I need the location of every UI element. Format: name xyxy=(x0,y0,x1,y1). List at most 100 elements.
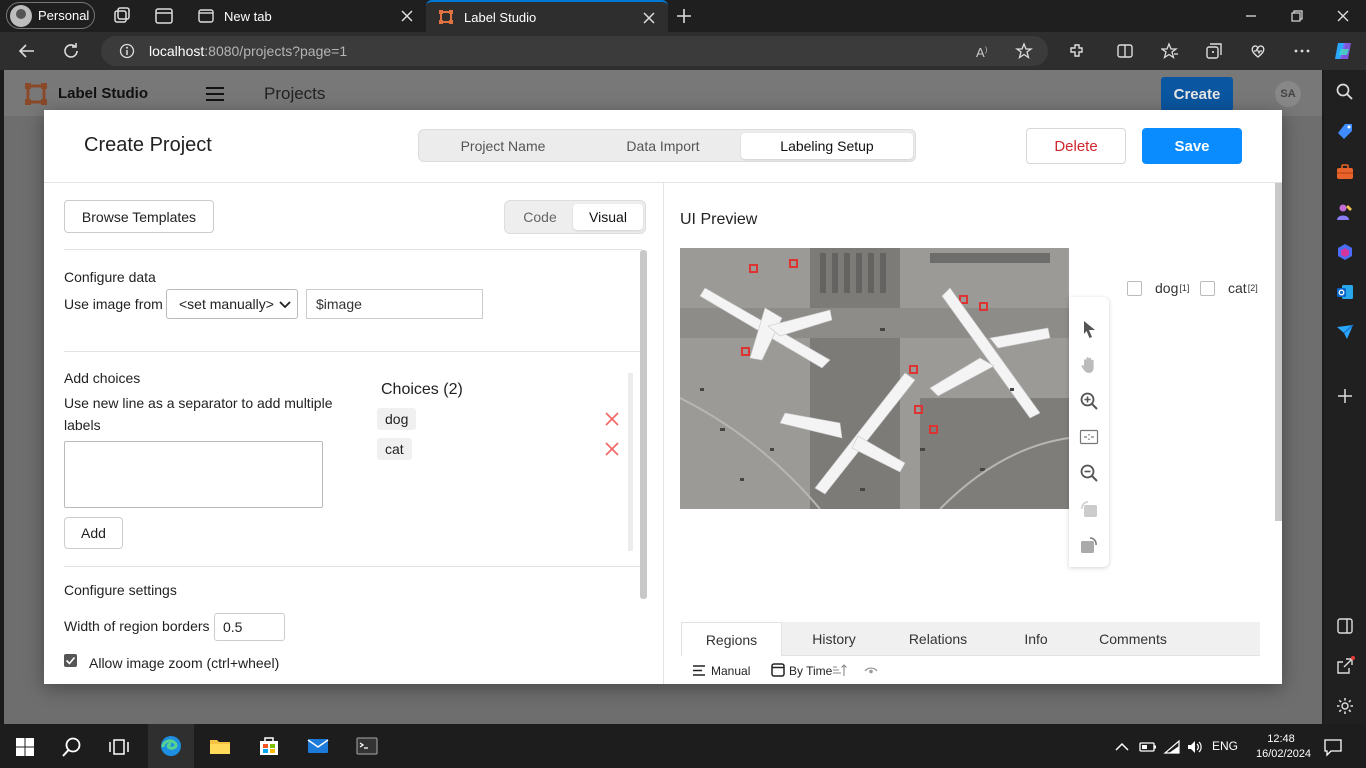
add-choices-button[interactable]: Add xyxy=(64,517,123,549)
new-tab-icon[interactable] xyxy=(674,6,694,26)
select-pointer-icon[interactable] xyxy=(1079,319,1099,339)
extensions-icon[interactable] xyxy=(1068,42,1086,60)
search-icon[interactable] xyxy=(1335,82,1355,102)
notifications-icon[interactable] xyxy=(1323,737,1343,757)
tab-regions[interactable]: Regions xyxy=(681,622,782,656)
microsoft-store-icon[interactable] xyxy=(257,734,281,758)
outlook-icon[interactable] xyxy=(1335,282,1355,302)
close-tab-icon[interactable] xyxy=(400,9,414,23)
new-choices-textarea[interactable] xyxy=(64,441,323,508)
preview-choice-dog[interactable]: dog [1] xyxy=(1127,280,1189,296)
address-bar[interactable]: localhost:8080/projects?page=1 A) xyxy=(101,36,1048,66)
settings-gear-icon[interactable] xyxy=(1335,696,1355,716)
back-icon[interactable] xyxy=(18,42,36,60)
rotate-right-icon[interactable] xyxy=(1079,535,1099,555)
tab-comments[interactable]: Comments xyxy=(1082,622,1184,656)
breadcrumb-projects[interactable]: Projects xyxy=(264,84,325,104)
close-tab-icon[interactable] xyxy=(642,11,656,25)
browser-tab-new-tab[interactable]: New tab xyxy=(186,0,426,32)
zoom-label: Allow image zoom (ctrl+wheel) xyxy=(89,655,280,671)
tab-info[interactable]: Info xyxy=(990,622,1082,656)
refresh-icon[interactable] xyxy=(62,42,80,60)
visual-mode-button[interactable]: Visual xyxy=(573,204,643,230)
show-hidden-icons-icon[interactable] xyxy=(1114,739,1130,755)
step-data-import[interactable]: Data Import xyxy=(581,133,745,159)
taskbar-search-icon[interactable] xyxy=(61,736,83,758)
split-screen-icon[interactable] xyxy=(1116,42,1134,60)
save-button[interactable]: Save xyxy=(1142,128,1242,164)
shopping-tag-icon[interactable] xyxy=(1335,122,1355,142)
pan-hand-icon[interactable] xyxy=(1079,355,1099,375)
choice-checkbox[interactable] xyxy=(1127,280,1142,296)
input-language[interactable]: ENG xyxy=(1212,739,1238,753)
drop-send-icon[interactable] xyxy=(1335,322,1355,342)
volume-icon[interactable] xyxy=(1186,739,1204,755)
hamburger-menu-icon[interactable] xyxy=(204,84,226,104)
rotate-left-icon[interactable] xyxy=(1079,499,1099,519)
tools-briefcase-icon[interactable] xyxy=(1335,162,1355,182)
remove-choice-icon[interactable] xyxy=(605,412,619,426)
choice-checkbox[interactable] xyxy=(1200,280,1215,296)
fit-to-screen-icon[interactable] xyxy=(1079,427,1099,447)
more-options-icon[interactable] xyxy=(1293,42,1311,60)
browse-templates-button[interactable]: Browse Templates xyxy=(64,200,214,233)
sort-order-icon[interactable] xyxy=(831,663,847,677)
terminal-icon[interactable] xyxy=(355,734,379,758)
windows-start-icon[interactable] xyxy=(14,736,36,758)
microsoft-365-icon[interactable] xyxy=(1335,242,1355,262)
preview-scrollbar[interactable] xyxy=(1275,183,1282,521)
battery-icon[interactable] xyxy=(1139,739,1157,755)
code-mode-button[interactable]: Code xyxy=(509,204,571,230)
choice-label: dog xyxy=(385,411,409,427)
hide-sidebar-icon[interactable] xyxy=(1335,616,1355,636)
file-explorer-icon[interactable] xyxy=(208,734,232,758)
sort-by-label[interactable]: By Time xyxy=(789,664,832,678)
site-info-icon[interactable] xyxy=(119,43,135,59)
browser-essentials-icon[interactable] xyxy=(1249,42,1267,60)
step-project-name[interactable]: Project Name xyxy=(423,133,583,159)
read-aloud-icon[interactable]: A) xyxy=(975,43,993,61)
copilot-icon[interactable] xyxy=(1332,40,1354,62)
mail-icon[interactable] xyxy=(306,734,330,758)
delete-button[interactable]: Delete xyxy=(1026,128,1126,164)
minimize-icon[interactable] xyxy=(1243,8,1259,24)
system-clock[interactable]: 12:48 16/02/2024 xyxy=(1256,732,1311,762)
user-avatar[interactable]: SA xyxy=(1274,80,1302,108)
choice-label: cat xyxy=(385,441,404,457)
choice-label: cat xyxy=(1228,280,1247,296)
remove-choice-icon[interactable] xyxy=(605,442,619,456)
group-manual-label[interactable]: Manual xyxy=(711,664,750,678)
tab-relations[interactable]: Relations xyxy=(886,622,990,656)
ui-preview-title: UI Preview xyxy=(680,211,758,228)
zoom-out-icon[interactable] xyxy=(1079,463,1099,483)
games-icon[interactable] xyxy=(1335,202,1355,222)
wifi-icon[interactable] xyxy=(1163,739,1181,755)
zoom-in-icon[interactable] xyxy=(1079,391,1099,411)
preview-choice-cat[interactable]: cat [2] xyxy=(1200,280,1258,296)
collections-icon[interactable] xyxy=(1205,42,1223,60)
choices-scrollbar[interactable] xyxy=(628,373,633,551)
favorite-star-icon[interactable] xyxy=(1015,42,1033,60)
add-sidebar-app-icon[interactable] xyxy=(1335,386,1355,406)
task-view-icon[interactable] xyxy=(108,736,130,758)
restore-icon[interactable] xyxy=(1289,8,1305,24)
workspaces-icon[interactable] xyxy=(112,6,132,26)
config-scrollbar[interactable] xyxy=(640,250,647,599)
close-window-icon[interactable] xyxy=(1335,8,1351,24)
tab-actions-icon[interactable] xyxy=(154,6,174,26)
edge-browser-icon[interactable] xyxy=(159,734,183,758)
step-labeling-setup[interactable]: Labeling Setup xyxy=(741,133,913,159)
image-field-input[interactable]: $image xyxy=(306,289,483,319)
image-source-select[interactable]: <set manually> xyxy=(166,289,298,319)
favorites-icon[interactable] xyxy=(1161,42,1179,60)
zoom-checkbox[interactable] xyxy=(64,654,77,667)
browser-tab-label-studio[interactable]: Label Studio xyxy=(426,0,668,32)
tab-history[interactable]: History xyxy=(782,622,886,656)
browser-toolbar: localhost:8080/projects?page=1 A) xyxy=(0,32,1366,70)
profile-button[interactable]: Personal xyxy=(6,2,95,29)
visibility-eye-icon[interactable] xyxy=(864,664,878,676)
create-project-button[interactable]: Create xyxy=(1161,77,1233,111)
open-external-icon[interactable] xyxy=(1335,656,1355,676)
url-host: localhost xyxy=(149,43,205,59)
width-borders-input[interactable]: 0.5 xyxy=(214,613,285,641)
